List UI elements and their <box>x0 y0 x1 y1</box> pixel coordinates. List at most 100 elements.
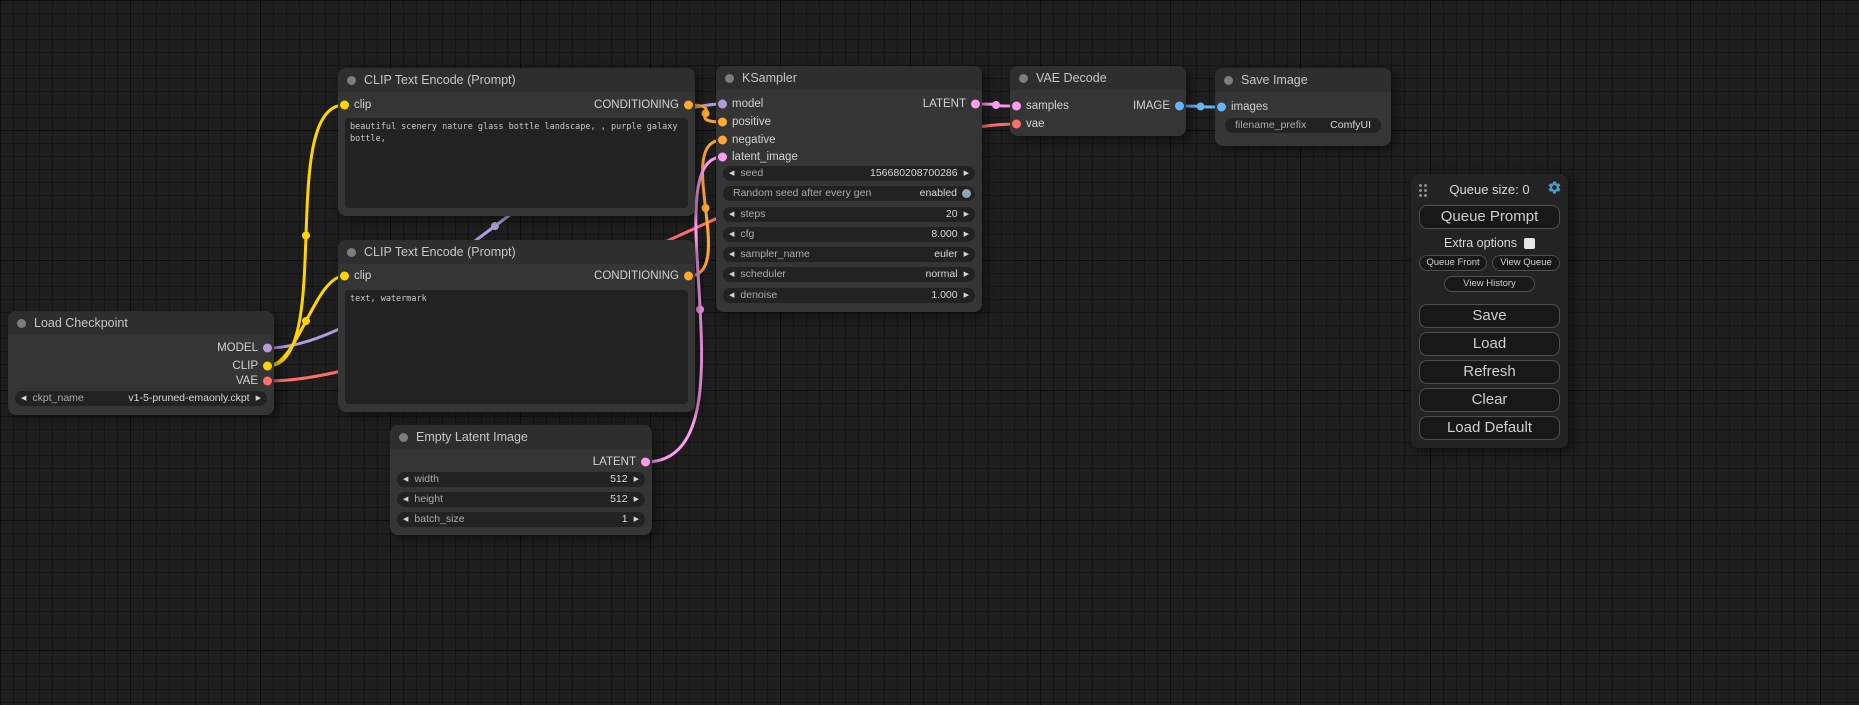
input-slot-images[interactable] <box>1217 103 1226 112</box>
output-slot-model[interactable] <box>263 344 272 353</box>
output-slot-latent[interactable] <box>641 458 650 467</box>
output-slot-clip[interactable] <box>263 362 272 371</box>
decrement-arrow-icon[interactable]: ◀ <box>723 267 740 282</box>
output-slot-conditioning[interactable] <box>684 272 693 281</box>
positive-prompt-textarea[interactable]: beautiful scenery nature glass bottle la… <box>345 118 688 208</box>
input-slot-model[interactable] <box>718 100 727 109</box>
decrement-arrow-icon[interactable]: ◀ <box>397 472 414 487</box>
node-ksampler[interactable]: KSampler model LATENT positive negative … <box>716 66 982 312</box>
cfg-widget[interactable]: ◀ cfg 8.000 ▶ <box>723 227 975 242</box>
load-button[interactable]: Load <box>1419 332 1560 356</box>
ckpt-name-widget[interactable]: ◀ ckpt_name v1-5-pruned-emaonly.ckpt ▶ <box>15 391 267 406</box>
collapse-dot-icon[interactable] <box>17 319 26 328</box>
drag-handle-icon[interactable] <box>1418 183 1428 198</box>
widget-value: ComfyUI <box>1330 118 1381 133</box>
slot-label-clip: clip <box>354 270 371 282</box>
decrement-arrow-icon[interactable]: ◀ <box>723 288 740 303</box>
filename-prefix-widget[interactable]: filename_prefix ComfyUI <box>1225 118 1381 133</box>
wire-midpoint-dot <box>702 204 710 212</box>
input-slot-latent-image[interactable] <box>718 153 727 162</box>
refresh-button[interactable]: Refresh <box>1419 360 1560 384</box>
load-default-button[interactable]: Load Default <box>1419 416 1560 440</box>
node-header[interactable]: CLIP Text Encode (Prompt) <box>338 240 695 264</box>
input-slot-clip[interactable] <box>340 101 349 110</box>
decrement-arrow-icon[interactable]: ◀ <box>397 512 414 527</box>
node-graph-canvas[interactable]: Load Checkpoint MODEL CLIP VAE ◀ ckpt_na… <box>0 0 1859 705</box>
wire-midpoint-dot <box>302 232 310 240</box>
decrement-arrow-icon[interactable]: ◀ <box>723 207 740 222</box>
node-clip-text-encode-negative[interactable]: CLIP Text Encode (Prompt) clip CONDITION… <box>338 240 695 412</box>
decrement-arrow-icon[interactable]: ◀ <box>723 166 740 181</box>
increment-arrow-icon[interactable]: ▶ <box>958 288 975 303</box>
output-slot-image[interactable] <box>1175 102 1184 111</box>
width-widget[interactable]: ◀ width 512 ▶ <box>397 472 645 487</box>
collapse-dot-icon[interactable] <box>1224 76 1233 85</box>
collapse-dot-icon[interactable] <box>399 433 408 442</box>
wire-midpoint-dot <box>302 317 310 325</box>
widget-value: v1-5-pruned-emaonly.ckpt <box>128 391 249 406</box>
scheduler-widget[interactable]: ◀ scheduler normal ▶ <box>723 267 975 282</box>
collapse-dot-icon[interactable] <box>725 74 734 83</box>
slot-label-positive: positive <box>732 116 771 128</box>
node-header[interactable]: Save Image <box>1215 68 1391 92</box>
slot-label-latent-image: latent_image <box>732 151 798 163</box>
view-history-button[interactable]: View History <box>1444 276 1534 292</box>
input-slot-clip[interactable] <box>340 272 349 281</box>
decrement-arrow-icon[interactable]: ◀ <box>723 227 740 242</box>
collapse-dot-icon[interactable] <box>1019 74 1028 83</box>
toggle-dot-icon[interactable] <box>962 189 971 198</box>
output-slot-conditioning[interactable] <box>684 101 693 110</box>
increment-arrow-icon[interactable]: ▶ <box>628 512 645 527</box>
view-queue-button[interactable]: View Queue <box>1492 255 1560 271</box>
widget-value: 512 <box>610 492 628 507</box>
save-button[interactable]: Save <box>1419 304 1560 328</box>
increment-arrow-icon[interactable]: ▶ <box>958 227 975 242</box>
queue-front-button[interactable]: Queue Front <box>1419 255 1487 271</box>
negative-prompt-textarea[interactable]: text, watermark <box>345 290 688 404</box>
settings-gear-icon[interactable] <box>1547 180 1562 195</box>
increment-arrow-icon[interactable]: ▶ <box>628 492 645 507</box>
queue-menu-panel[interactable]: Queue size: 0 Queue Prompt Extra options… <box>1411 174 1568 448</box>
increment-arrow-icon[interactable]: ▶ <box>958 207 975 222</box>
increment-arrow-icon[interactable]: ▶ <box>628 472 645 487</box>
decrement-arrow-icon[interactable]: ◀ <box>15 391 32 406</box>
node-header[interactable]: CLIP Text Encode (Prompt) <box>338 68 695 92</box>
node-empty-latent-image[interactable]: Empty Latent Image LATENT ◀ width 512 ▶ … <box>390 425 652 535</box>
slot-label-clip: CLIP <box>232 360 258 372</box>
steps-widget[interactable]: ◀ steps 20 ▶ <box>723 207 975 222</box>
node-vae-decode[interactable]: VAE Decode samples IMAGE vae <box>1010 66 1186 136</box>
node-save-image[interactable]: Save Image images filename_prefix ComfyU… <box>1215 68 1391 146</box>
increment-arrow-icon[interactable]: ▶ <box>958 166 975 181</box>
input-slot-negative[interactable] <box>718 136 727 145</box>
node-load-checkpoint[interactable]: Load Checkpoint MODEL CLIP VAE ◀ ckpt_na… <box>8 311 274 415</box>
output-slot-vae[interactable] <box>263 377 272 386</box>
node-header[interactable]: KSampler <box>716 66 982 90</box>
batch-size-widget[interactable]: ◀ batch_size 1 ▶ <box>397 512 645 527</box>
increment-arrow-icon[interactable]: ▶ <box>958 267 975 282</box>
denoise-widget[interactable]: ◀ denoise 1.000 ▶ <box>723 288 975 303</box>
widget-value: euler <box>934 247 957 262</box>
queue-prompt-button[interactable]: Queue Prompt <box>1419 205 1560 229</box>
collapse-dot-icon[interactable] <box>347 76 356 85</box>
increment-arrow-icon[interactable]: ▶ <box>250 391 267 406</box>
node-header[interactable]: VAE Decode <box>1010 66 1186 90</box>
node-header[interactable]: Load Checkpoint <box>8 311 274 335</box>
output-slot-latent[interactable] <box>971 100 980 109</box>
height-widget[interactable]: ◀ height 512 ▶ <box>397 492 645 507</box>
node-header[interactable]: Empty Latent Image <box>390 425 652 449</box>
clear-button[interactable]: Clear <box>1419 388 1560 412</box>
increment-arrow-icon[interactable]: ▶ <box>958 247 975 262</box>
decrement-arrow-icon[interactable]: ◀ <box>397 492 414 507</box>
extra-options-checkbox[interactable] <box>1524 238 1535 249</box>
node-clip-text-encode-positive[interactable]: CLIP Text Encode (Prompt) clip CONDITION… <box>338 68 695 216</box>
collapse-dot-icon[interactable] <box>347 248 356 257</box>
input-slot-positive[interactable] <box>718 118 727 127</box>
input-slot-samples[interactable] <box>1012 102 1021 111</box>
input-slot-vae[interactable] <box>1012 120 1021 129</box>
wire-midpoint-dot <box>992 101 1000 109</box>
decrement-arrow-icon[interactable]: ◀ <box>723 247 740 262</box>
random-seed-toggle-widget[interactable]: Random seed after every gen enabled <box>723 186 975 201</box>
seed-widget[interactable]: ◀ seed 156680208700286 ▶ <box>723 166 975 181</box>
wire-midpoint-dot <box>1197 103 1205 111</box>
sampler-name-widget[interactable]: ◀ sampler_name euler ▶ <box>723 247 975 262</box>
